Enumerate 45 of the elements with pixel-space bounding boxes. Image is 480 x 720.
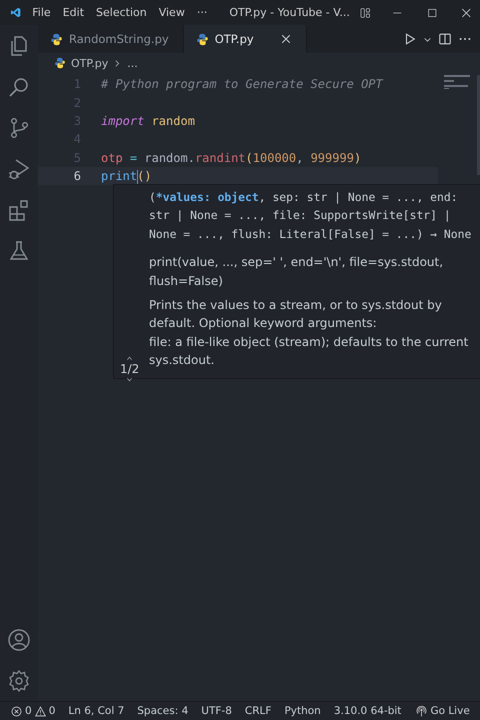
status-item[interactable]: CRLF (244, 705, 272, 717)
overload-counter: 1/2 (120, 362, 140, 376)
close-tab-icon[interactable] (280, 33, 292, 45)
error-count: 0 (25, 705, 32, 717)
error-icon (11, 706, 22, 716)
status-item[interactable]: Spaces: 4 (137, 705, 188, 717)
menu-item[interactable]: Selection (96, 6, 147, 19)
line-number: 6 (72, 169, 82, 184)
problems-status[interactable]: 0 0 (11, 705, 56, 717)
go-live-button[interactable]: Go Live (416, 705, 470, 717)
status-item[interactable]: Ln 6, Col 7 (68, 705, 124, 717)
usage-text: print(value, ..., sep=' ', end='\n', file=sys.stdout, flush=False) (149, 254, 444, 290)
run-debug-icon[interactable] (7, 157, 31, 181)
python-file-icon (50, 32, 63, 46)
split-editor-icon[interactable] (438, 32, 452, 46)
status-item[interactable]: UTF-8 (201, 705, 232, 717)
code-line: otp = random.randint(100000, 999999) (101, 150, 362, 165)
warning-count: 0 (48, 705, 56, 717)
function-signature: (*values: object, sep: str | None = ..., end: str | None = ..., file: SupportsWrite[str] | None = ..., flush: Literal[False] = ...) → None (149, 189, 472, 243)
status-item[interactable]: 3.10.0 64-bit (334, 705, 402, 717)
doc-text: Prints the values to a stream, or to sys.stdout by default. Optional keyword arguments: (149, 297, 443, 332)
window-title: OTP.py - YouTube - V... (229, 6, 350, 19)
layout-icon[interactable] (360, 6, 370, 20)
warning-icon (34, 706, 46, 716)
status-item[interactable]: Python (284, 705, 321, 717)
python-file-icon (196, 32, 209, 46)
breadcrumb-item[interactable]: ... (127, 56, 138, 70)
doc-text: file: a file-like object (stream); defaults to the current sys.stdout. (149, 334, 470, 370)
menu-item[interactable]: View (158, 6, 185, 19)
menu-item[interactable]: File (32, 6, 51, 19)
chevron-down-icon[interactable] (125, 376, 134, 383)
menu-item[interactable]: ··· (196, 6, 208, 19)
account-icon[interactable] (7, 628, 31, 652)
broadcast-icon (416, 706, 428, 716)
editor-tab[interactable]: OTP.py (184, 25, 307, 53)
chevron-up-icon[interactable] (125, 355, 134, 362)
settings-icon[interactable] (7, 669, 31, 693)
code-line: # Python program to Generate Secure OPT (101, 77, 383, 92)
app-logo-icon (10, 5, 22, 20)
menu-item[interactable]: Edit (62, 6, 84, 19)
run-icon[interactable] (403, 32, 417, 46)
breadcrumb-item[interactable]: OTP.py (71, 56, 108, 70)
python-file-icon (54, 57, 66, 69)
code-line: import random (101, 114, 195, 128)
code-line: print() (101, 168, 152, 184)
